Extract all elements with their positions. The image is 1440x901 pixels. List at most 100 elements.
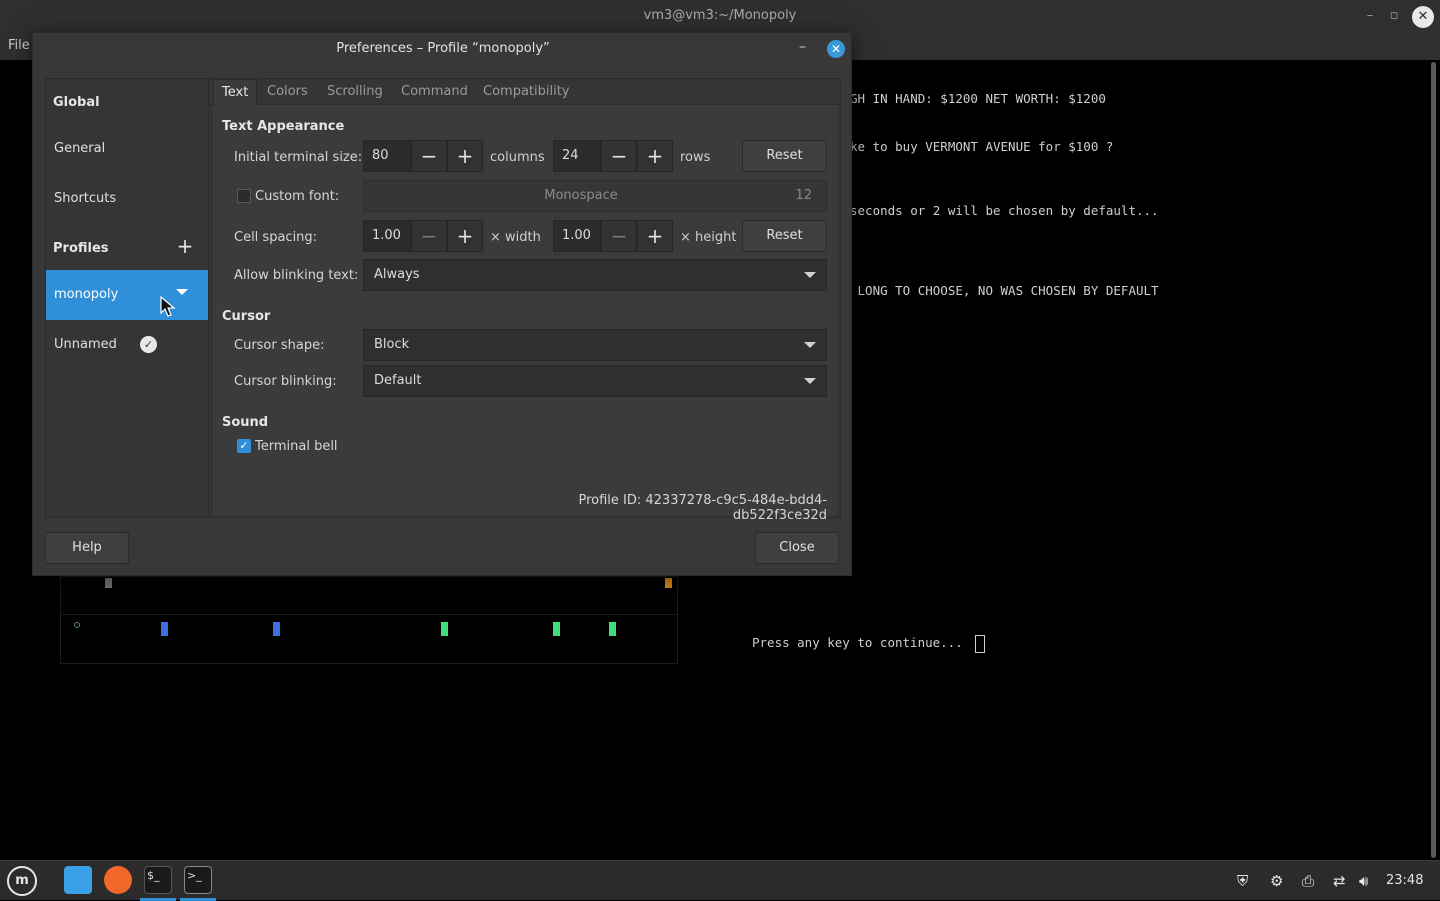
rows-unit: rows <box>680 150 711 165</box>
files-icon[interactable] <box>64 866 92 894</box>
board-marker <box>105 578 112 588</box>
network-icon[interactable]: ⇄ <box>1333 872 1346 890</box>
scrollbar-thumb[interactable] <box>1431 62 1436 858</box>
height-increment-button[interactable]: + <box>637 220 673 252</box>
cursor-blinking-value: Default <box>374 373 422 388</box>
custom-font-checkbox[interactable] <box>237 189 251 203</box>
board-marker <box>553 622 560 636</box>
height-unit: × height <box>680 230 737 245</box>
preferences-sidebar: Global General Shortcuts Profiles + mono… <box>45 78 209 518</box>
firefox-icon[interactable] <box>104 866 132 894</box>
board-marker <box>273 622 280 636</box>
board-grid <box>60 614 678 664</box>
preferences-content: Text Colors Scrolling Command Compatibil… <box>209 78 841 523</box>
board-marker <box>609 622 616 636</box>
blink-text-value: Always <box>374 267 420 282</box>
close-icon[interactable]: ✕ <box>827 40 845 58</box>
initial-size-label: Initial terminal size: <box>234 150 363 165</box>
tab-command[interactable]: Command <box>393 79 476 105</box>
width-unit: × width <box>490 230 541 245</box>
terminal-active-icon[interactable]: >_ <box>184 866 212 894</box>
cursor-shape-value: Block <box>374 337 410 352</box>
chevron-down-icon <box>804 342 816 348</box>
rows-input[interactable]: 24 <box>553 140 601 172</box>
section-sound: Sound <box>222 415 269 430</box>
width-decrement-button[interactable]: − <box>411 220 447 252</box>
terminal-line: LONG TO CHOOSE, NO WAS CHOSEN BY DEFAULT <box>850 283 1159 298</box>
sidebar-heading-profiles: Profiles <box>53 241 109 256</box>
cursor-blinking-select[interactable]: Default <box>363 365 827 397</box>
width-increment-button[interactable]: + <box>447 220 483 252</box>
chevron-down-icon <box>804 272 816 278</box>
maximize-icon[interactable]: ▫ <box>1384 6 1404 26</box>
minimize-icon[interactable]: – <box>1360 6 1380 26</box>
blink-text-label: Allow blinking text: <box>234 268 359 283</box>
width-spacing-input[interactable]: 1.00 <box>363 220 411 252</box>
rows-increment-button[interactable]: + <box>637 140 673 172</box>
printer-icon[interactable]: ⎙ <box>1302 872 1314 890</box>
tab-text[interactable]: Text <box>213 79 258 105</box>
columns-increment-button[interactable]: + <box>447 140 483 172</box>
cursor-blinking-label: Cursor blinking: <box>234 374 337 389</box>
tab-compatibility[interactable]: Compatibility <box>475 79 578 105</box>
terminal-line: seconds or 2 will be chosen by default..… <box>850 203 1159 218</box>
profile-id: Profile ID: 42337278-c9c5-484e-bdd4-db52… <box>578 493 827 523</box>
font-size: 12 <box>795 188 812 203</box>
terminal-line: Press any key to continue... <box>752 635 963 650</box>
terminal-scrollbar[interactable] <box>1428 62 1438 858</box>
help-button[interactable]: Help <box>45 532 129 564</box>
sidebar-item-shortcuts[interactable]: Shortcuts <box>46 174 208 224</box>
menu-icon[interactable]: m <box>7 866 37 896</box>
chevron-down-icon <box>804 378 816 384</box>
terminal-line: ke to buy VERMONT AVENUE for $100 ? <box>850 139 1114 154</box>
blink-text-select[interactable]: Always <box>363 259 827 291</box>
columns-decrement-button[interactable]: − <box>411 140 447 172</box>
terminal-bell-label: Terminal bell <box>255 439 338 454</box>
tab-bar: Text Colors Scrolling Command Compatibil… <box>209 79 841 105</box>
tab-scrolling[interactable]: Scrolling <box>319 79 391 105</box>
tab-panel-text: Text Appearance Initial terminal size: 8… <box>213 105 837 523</box>
columns-unit: columns <box>490 150 545 165</box>
cell-spacing-label: Cell spacing: <box>234 230 318 245</box>
minimize-icon[interactable]: – <box>799 39 806 55</box>
profile-menu-arrow-icon[interactable] <box>176 289 188 295</box>
volume-icon[interactable]: 🔊︎ <box>1359 872 1368 890</box>
terminal-icon[interactable]: $_ <box>144 866 172 894</box>
terminal-titlebar[interactable]: vm3@vm3:~/Monopoly – ▫ ✕ <box>0 0 1440 32</box>
board-marker <box>665 578 672 588</box>
board-token <box>74 622 80 628</box>
columns-input[interactable]: 80 <box>363 140 411 172</box>
clock[interactable]: 23:48 <box>1386 873 1423 888</box>
sidebar-heading-global: Global <box>53 95 100 110</box>
terminal-title: vm3@vm3:~/Monopoly <box>643 8 797 23</box>
profile-name: Unnamed <box>54 337 117 352</box>
shield-icon[interactable]: ⛨ <box>1237 872 1248 890</box>
sidebar-item-profile[interactable]: Unnamed ✓ <box>46 320 208 370</box>
height-spacing-input[interactable]: 1.00 <box>553 220 601 252</box>
close-button[interactable]: Close <box>755 532 839 564</box>
reset-spacing-button[interactable]: Reset <box>742 220 827 252</box>
font-chooser-button[interactable]: Monospace 12 <box>363 180 827 212</box>
cursor-shape-select[interactable]: Block <box>363 329 827 361</box>
add-profile-icon[interactable]: + <box>176 236 194 256</box>
font-name: Monospace <box>544 188 618 203</box>
default-profile-check-icon: ✓ <box>140 336 157 353</box>
section-cursor: Cursor <box>222 309 271 324</box>
menu-file[interactable]: File <box>8 38 30 53</box>
profile-name: monopoly <box>54 287 119 302</box>
close-icon[interactable]: ✕ <box>1412 6 1434 28</box>
tab-colors[interactable]: Colors <box>259 79 316 105</box>
terminal-cursor <box>975 635 985 653</box>
reset-size-button[interactable]: Reset <box>742 140 827 172</box>
board-marker <box>441 622 448 636</box>
dialog-title: Preferences – Profile “monopoly” <box>336 41 550 56</box>
sidebar-item-profile[interactable]: monopoly <box>46 270 208 320</box>
terminal-bell-checkbox[interactable]: ✓ <box>237 439 251 453</box>
sidebar-item-general[interactable]: General <box>46 124 208 174</box>
height-decrement-button[interactable]: − <box>601 220 637 252</box>
terminal-line: GH IN HAND: $1200 NET WORTH: $1200 <box>850 91 1106 106</box>
update-manager-icon[interactable]: ⚙ <box>1270 872 1283 890</box>
cursor-shape-label: Cursor shape: <box>234 338 325 353</box>
rows-decrement-button[interactable]: − <box>601 140 637 172</box>
taskbar: m $_ >_ ⛨ ⚙ ⎙ ⇄ 🔊︎ 23:48 <box>0 860 1440 901</box>
